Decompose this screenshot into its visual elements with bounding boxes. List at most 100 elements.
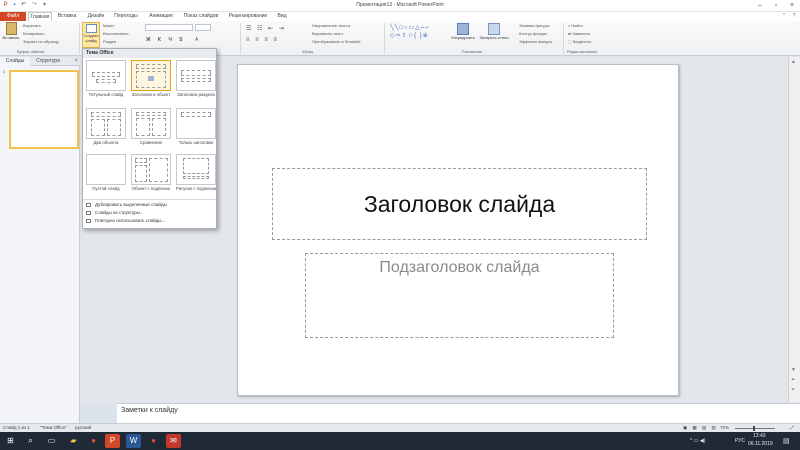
command-label: Слайды из структуры...	[95, 210, 144, 215]
close-panel-icon[interactable]: ×	[74, 57, 78, 66]
layout-two-content[interactable]: Два объекта	[86, 108, 126, 155]
tab-transitions[interactable]: Переходы	[112, 12, 140, 21]
chrome-icon-2[interactable]: ●	[146, 434, 161, 448]
find-button[interactable]: ⌕ Найти	[568, 23, 583, 28]
keyboard-language[interactable]: РУС	[735, 438, 745, 444]
tab-home[interactable]: Главная	[28, 12, 52, 21]
previous-slide-icon[interactable]: ⏶	[791, 377, 795, 383]
zoom-slider[interactable]	[735, 428, 775, 429]
layout-content-with-caption[interactable]: Объект с подписью	[131, 154, 171, 201]
task-view-icon[interactable]: ▭	[44, 434, 59, 448]
tab-review[interactable]: Рецензирование	[227, 12, 269, 21]
title-placeholder[interactable]: Заголовок слайда	[272, 168, 647, 240]
clock-date[interactable]: 06.11.2019	[748, 441, 773, 447]
layout-title-and-content[interactable]: Заголовок и объект	[131, 60, 171, 107]
layout-button[interactable]: Макет	[103, 23, 114, 28]
help-icon[interactable]: ?	[790, 12, 798, 21]
shape-fill-button[interactable]: Заливка фигуры	[519, 23, 550, 28]
tab-outline[interactable]: Структура	[31, 57, 65, 66]
shapes-gallery-row2[interactable]: ◇⇨⇧☆{ }※	[390, 32, 429, 39]
smartart-button[interactable]: Преобразовать в SmartArt	[312, 39, 361, 44]
notifications-icon[interactable]: ▤	[783, 437, 790, 445]
font-name-box[interactable]	[145, 24, 193, 31]
tab-file[interactable]: Файл	[0, 12, 26, 21]
powerpoint-taskbar-icon[interactable]: P	[105, 434, 120, 448]
font-color-icon[interactable]: A	[195, 37, 198, 43]
layout-picture-with-caption[interactable]: Рисунок с подписью	[176, 154, 216, 201]
shape-effects-button[interactable]: Эффекты фигуры	[519, 39, 552, 44]
cut-button[interactable]: Вырезать	[23, 23, 41, 28]
tab-view[interactable]: Вид	[275, 12, 289, 21]
tab-slides[interactable]: Слайды	[0, 57, 30, 66]
layout-preview	[176, 154, 216, 185]
layout-preview	[131, 154, 171, 185]
scroll-up-icon[interactable]: ▲	[791, 59, 796, 65]
shape-outline-button[interactable]: Контур фигуры	[519, 31, 547, 36]
word-taskbar-icon[interactable]: W	[126, 434, 141, 448]
windows-start-icon[interactable]: ⊞	[3, 434, 18, 448]
layout-title-only[interactable]: Только заголовок	[176, 108, 216, 155]
align-buttons[interactable]: ≡ ≡ ≡ ≡	[246, 37, 279, 43]
layout-label: Заголовок раздела	[177, 92, 215, 97]
tab-animation[interactable]: Анимация	[147, 12, 175, 21]
section-button[interactable]: Раздел	[103, 39, 116, 44]
align-text-button[interactable]: Выровнять текст	[312, 31, 343, 36]
slides-from-outline-command[interactable]: Слайды из структуры...	[86, 210, 144, 215]
notes-pane[interactable]: Заметки к слайду	[117, 403, 800, 423]
select-button[interactable]: ⬚ Выделить	[568, 39, 591, 44]
ribbon-tabs: Файл Главная Вставка Дизайн Переходы Ани…	[0, 12, 800, 21]
new-slide-button[interactable]: Создать слайд	[82, 22, 100, 48]
clock-time[interactable]: 13:43	[753, 433, 766, 439]
quick-styles-button[interactable]: Экспресс-стили	[479, 22, 509, 40]
reset-button[interactable]: Восстановить	[103, 31, 129, 36]
copy-button[interactable]: Копировать	[23, 31, 45, 36]
file-explorer-icon[interactable]: ▰	[66, 434, 81, 448]
duplicate-slides-command[interactable]: Дублировать выделенные слайды	[86, 202, 167, 207]
search-icon[interactable]: ⌕	[23, 434, 38, 448]
subtitle-placeholder[interactable]: Подзаголовок слайда	[305, 253, 614, 338]
mail-icon[interactable]: ✉	[166, 434, 181, 448]
reuse-slides-command[interactable]: Повторно использовать слайды...	[86, 218, 165, 223]
title-bar: P ▪ ↶ ↷ ▾ Презентация13 - Microsoft Powe…	[0, 0, 800, 12]
slide-thumbnail-number: 1	[3, 69, 6, 74]
layout-title-slide[interactable]: Титульный слайд	[86, 60, 126, 107]
zoom-level[interactable]: 72%	[720, 425, 729, 430]
layout-label: Рисунок с подписью	[175, 186, 217, 191]
new-slide-label: Создать слайд	[83, 33, 99, 43]
paste-button[interactable]: Вставить	[2, 22, 20, 40]
chrome-icon[interactable]: ●	[86, 434, 101, 448]
tab-design[interactable]: Дизайн	[85, 12, 107, 21]
slide-canvas[interactable]: Заголовок слайда Подзаголовок слайда	[237, 64, 679, 396]
clipboard-group-label: Буфер обмена	[17, 49, 45, 54]
view-buttons[interactable]: ▣ ▦ ▤ ▥	[683, 425, 718, 431]
language-indicator[interactable]: русский	[75, 425, 91, 430]
font-format-buttons[interactable]: Ж К Ч S	[146, 37, 186, 43]
close-button[interactable]: ×	[784, 0, 800, 12]
layout-section-header[interactable]: Заголовок раздела	[176, 60, 216, 107]
fit-slide-icon[interactable]: ⤢	[790, 425, 794, 430]
next-slide-icon[interactable]: ⏷	[791, 387, 795, 393]
minimize-button[interactable]: –	[752, 0, 768, 12]
maximize-button[interactable]: ▫	[768, 0, 784, 12]
layout-label: Два объекта	[93, 140, 119, 145]
font-size-box[interactable]	[195, 24, 211, 31]
replace-button[interactable]: ⇄ Заменить	[568, 31, 590, 36]
tab-slideshow[interactable]: Показ слайдов	[182, 12, 220, 21]
panel-tabs: Слайды Структура ×	[0, 57, 80, 66]
slide-thumbnail[interactable]	[9, 70, 79, 149]
tab-insert[interactable]: Вставка	[56, 12, 78, 21]
vertical-scrollbar[interactable]: ▲ ▼ ⏶ ⏷	[788, 57, 800, 402]
scroll-down-icon[interactable]: ▼	[791, 367, 796, 373]
format-painter-button[interactable]: Формат по образцу	[23, 39, 59, 44]
list-buttons[interactable]: ☰ ☷ ⇤ ⇥	[246, 25, 286, 32]
shapes-gallery[interactable]: ╲╲□○▭△⌐⌐	[390, 24, 430, 31]
text-direction-button[interactable]: Направление текста	[312, 23, 350, 28]
minimize-ribbon-icon[interactable]: ⌃	[780, 12, 788, 21]
tray-icons[interactable]: ^ ▭ ◀)	[690, 438, 705, 444]
layout-comparison[interactable]: Сравнение	[131, 108, 171, 155]
theme-name: "Тема Office"	[40, 425, 67, 430]
layout-blank[interactable]: Пустой слайд	[86, 154, 126, 201]
arrange-button[interactable]: Упорядочить	[451, 22, 475, 40]
ribbon-separator	[384, 23, 385, 54]
zoom-slider-handle[interactable]	[753, 426, 755, 431]
